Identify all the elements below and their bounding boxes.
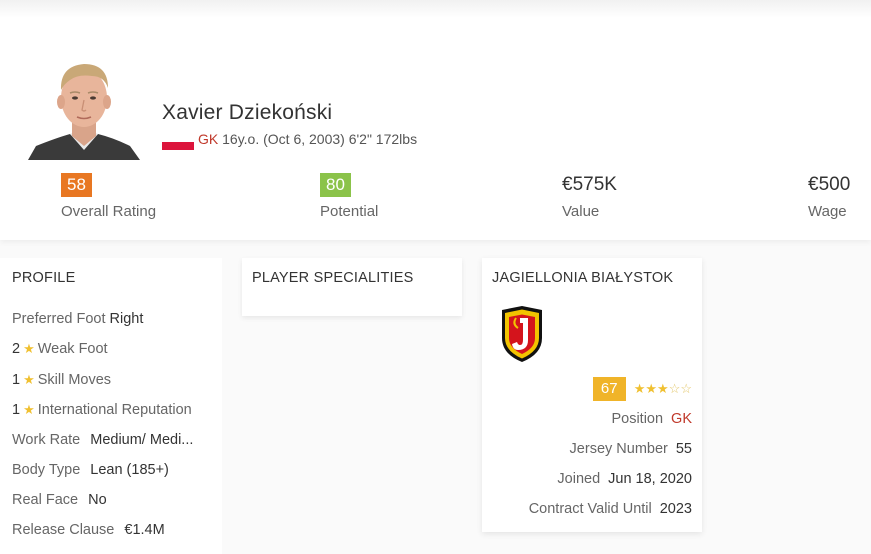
- overall-rating-stat: 58 Overall Rating: [61, 173, 156, 220]
- club-panel: JAGIELLONIA BIAŁYSTOK 67 ★★★☆☆ Position G…: [482, 258, 702, 532]
- star-icon: ★: [23, 402, 35, 417]
- weak-foot-row: 2 ★ Weak Foot: [12, 341, 108, 357]
- wage-amount: €500: [808, 174, 851, 195]
- star-icon: ★: [23, 372, 35, 387]
- preferred-foot-value: Right: [109, 311, 144, 327]
- weak-foot-label: Weak Foot: [37, 341, 108, 357]
- poland-flag-icon: [162, 134, 194, 150]
- body-type-value: Lean (185+): [90, 462, 169, 478]
- jersey-number-label: Jersey Number: [569, 441, 668, 457]
- preferred-foot-label: Preferred Foot: [12, 311, 106, 327]
- potential-label: Potential: [320, 203, 379, 220]
- intl-reputation-value: 1: [12, 402, 21, 418]
- player-photo: [26, 46, 142, 160]
- value-amount: €575K: [562, 174, 617, 195]
- intl-reputation-row: 1 ★ International Reputation: [12, 402, 192, 418]
- work-rate-value: Medium/ Medi...: [90, 432, 194, 448]
- star-icon: ★: [633, 381, 646, 396]
- star-icon: ★: [657, 381, 669, 396]
- contract-value: 2023: [659, 501, 692, 517]
- work-rate-label: Work Rate: [12, 432, 81, 448]
- star-icon: ★: [645, 381, 658, 396]
- release-clause-value: €1.4M: [124, 522, 165, 538]
- overall-rating-label: Overall Rating: [61, 203, 157, 220]
- profile-panel: PROFILE Preferred Foot Right 2 ★ Weak Foot …: [0, 258, 222, 554]
- work-rate-row: Work Rate Medium/ Medi...: [12, 432, 193, 448]
- real-face-value: No: [88, 492, 107, 508]
- player-header: Xavier Dziekoński GK 16y.o. (Oct 6, 2003…: [0, 0, 871, 240]
- skill-moves-row: 1 ★ Skill Moves: [12, 372, 111, 388]
- release-clause-label: Release Clause: [12, 522, 115, 538]
- top-fade: [0, 0, 871, 18]
- club-position-value[interactable]: GK: [671, 411, 692, 427]
- value-stat: €575K Value: [562, 173, 617, 220]
- weak-foot-value: 2: [12, 341, 21, 357]
- wage-stat: €500 Wage: [808, 173, 850, 220]
- skill-moves-value: 1: [12, 372, 21, 388]
- release-clause-row: Release Clause €1.4M: [12, 522, 165, 538]
- contract-row: Contract Valid Until 2023: [529, 501, 692, 517]
- contract-label: Contract Valid Until: [528, 501, 652, 517]
- profile-title: PROFILE: [12, 270, 76, 286]
- player-meta: GK 16y.o. (Oct 6, 2003) 6'2" 172lbs: [162, 131, 417, 150]
- club-name[interactable]: JAGIELLONIA BIAŁYSTOK: [492, 270, 673, 286]
- star-outline-icon: ☆: [680, 381, 692, 396]
- intl-reputation-label: International Reputation: [37, 402, 192, 418]
- overall-rating-badge: 58: [61, 173, 92, 197]
- real-face-label: Real Face: [12, 492, 79, 508]
- player-name: Xavier Dziekoński: [162, 101, 333, 124]
- player-position[interactable]: GK: [198, 131, 218, 147]
- joined-value: Jun 18, 2020: [608, 471, 692, 487]
- player-details: 16y.o. (Oct 6, 2003) 6'2" 172lbs: [222, 131, 418, 147]
- player-specialities-panel: PLAYER SPECIALITIES: [242, 258, 462, 316]
- joined-row: Joined Jun 18, 2020: [557, 471, 692, 487]
- club-rating: 67 ★★★☆☆: [592, 377, 692, 401]
- star-icon: ★: [23, 341, 35, 356]
- potential-stat: 80 Potential: [320, 173, 378, 220]
- jersey-number-value: 55: [675, 441, 692, 457]
- body-type-label: Body Type: [12, 462, 81, 478]
- value-label: Value: [562, 203, 600, 220]
- club-stars: ★★★☆☆: [634, 381, 692, 397]
- wage-label: Wage: [808, 203, 847, 220]
- club-rating-badge: 67: [592, 377, 626, 401]
- jersey-number-row: Jersey Number 55: [570, 441, 692, 457]
- club-position-row: Position GK: [611, 411, 692, 427]
- jagiellonia-crest-icon[interactable]: [498, 304, 546, 364]
- club-position-label: Position: [611, 411, 664, 427]
- specialities-title: PLAYER SPECIALITIES: [252, 270, 414, 286]
- joined-label: Joined: [557, 471, 601, 487]
- potential-badge: 80: [320, 173, 351, 197]
- skill-moves-label: Skill Moves: [37, 372, 112, 388]
- body-type-row: Body Type Lean (185+): [12, 462, 169, 478]
- star-outline-icon: ☆: [668, 381, 681, 396]
- preferred-foot-row: Preferred Foot Right: [12, 311, 143, 327]
- real-face-row: Real Face No: [12, 492, 107, 508]
